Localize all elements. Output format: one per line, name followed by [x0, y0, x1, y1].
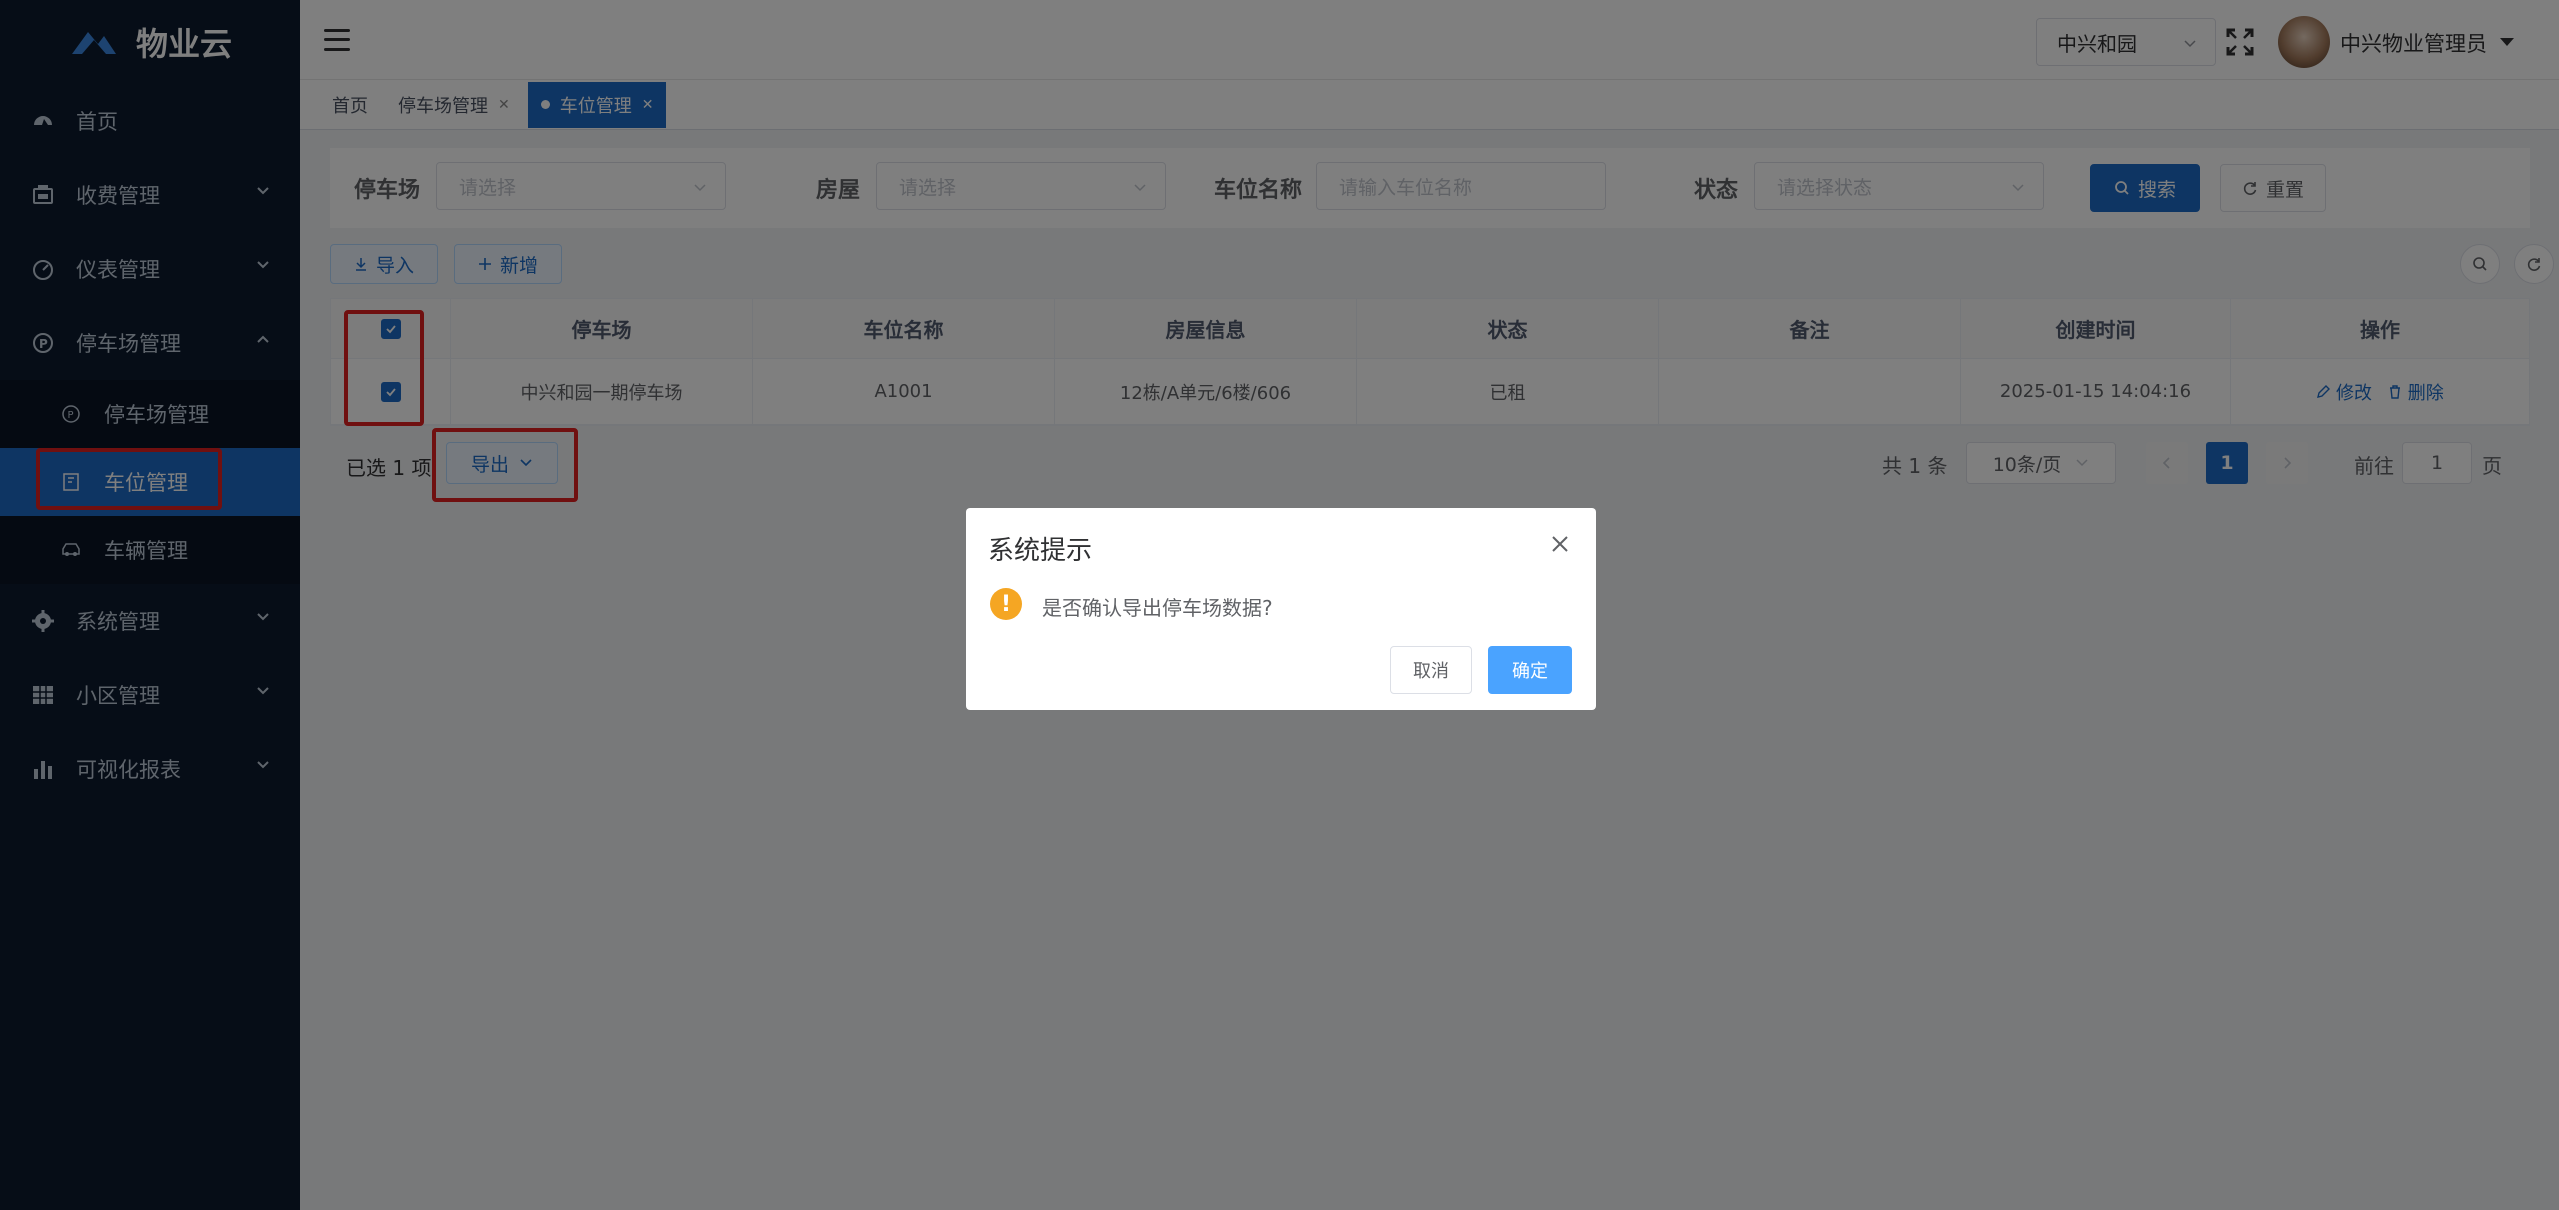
dialog-title: 系统提示 — [988, 536, 1093, 566]
confirm-dialog: 系统提示 ! 是否确认导出停车场数据? 取消 确定 — [966, 508, 1596, 710]
warning-icon: ! — [990, 588, 1022, 620]
close-icon[interactable] — [1550, 534, 1570, 554]
dialog-message: 是否确认导出停车场数据? — [1042, 596, 1273, 620]
cancel-button[interactable]: 取消 — [1390, 646, 1472, 694]
confirm-button[interactable]: 确定 — [1488, 646, 1572, 694]
